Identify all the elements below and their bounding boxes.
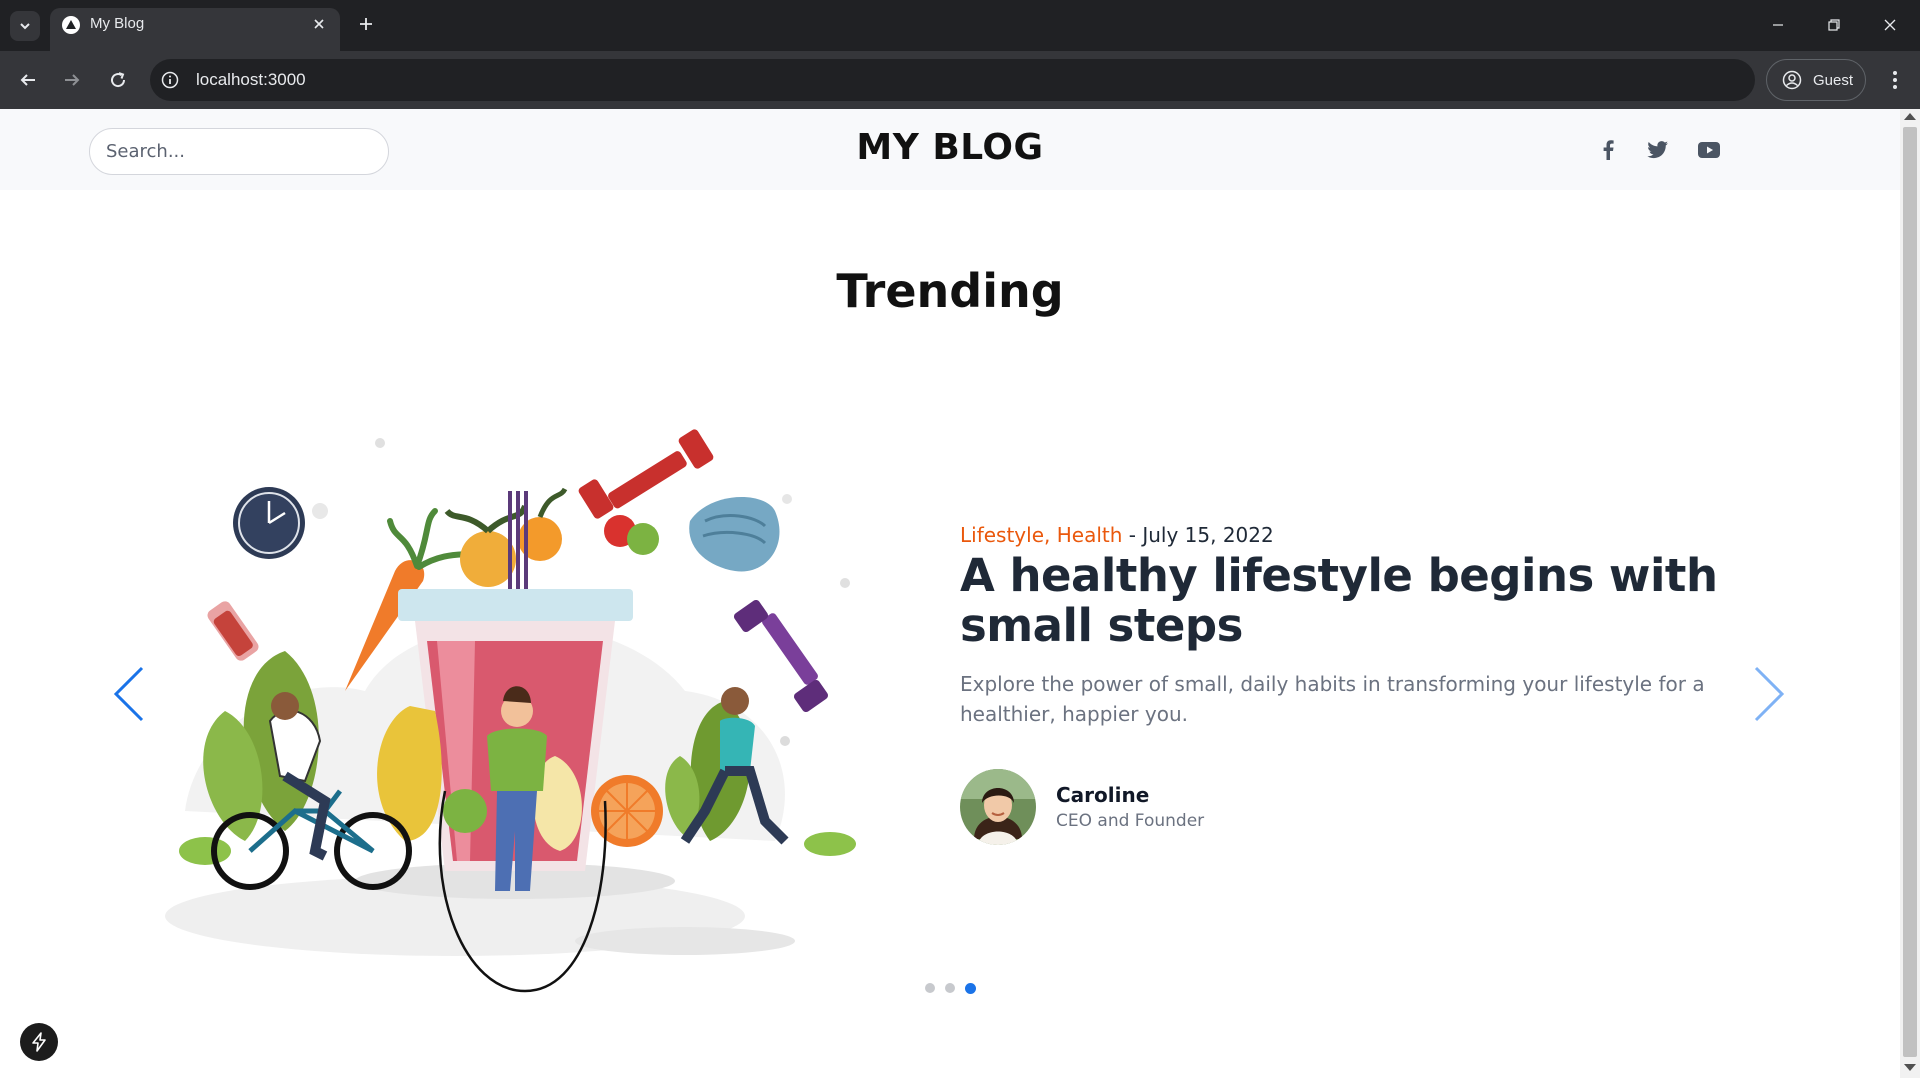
face-mask-icon <box>689 497 780 572</box>
back-arrow-icon[interactable] <box>12 64 44 96</box>
reload-icon[interactable] <box>102 64 134 96</box>
meta-separator: - <box>1122 523 1143 547</box>
post-date: July 15, 2022 <box>1142 523 1274 547</box>
post-headline[interactable]: A healthy lifestyle begins with small st… <box>960 551 1820 651</box>
prev-slide-arrow-icon[interactable] <box>107 659 151 729</box>
bottle-icon <box>207 601 259 661</box>
close-window-icon[interactable] <box>1870 8 1910 42</box>
chevron-down-icon <box>20 23 30 30</box>
nextjs-favicon-icon <box>62 16 80 34</box>
page-scrollbar[interactable] <box>1900 109 1920 1078</box>
author-avatar <box>960 769 1036 845</box>
scroll-down-arrow-icon[interactable] <box>1904 1064 1916 1071</box>
browser-tab[interactable]: My Blog <box>50 8 340 51</box>
page-viewport: MY BLOG Trending <box>0 109 1900 1078</box>
author-name: Caroline <box>1056 783 1150 807</box>
author-role: CEO and Founder <box>1056 811 1205 831</box>
straws-icon <box>508 491 528 591</box>
pagination-dot-1[interactable] <box>925 983 935 993</box>
browser-toolbar: localhost:3000 Guest <box>0 51 1920 109</box>
post-meta: Lifestyle, Health - July 15, 2022 <box>960 523 1820 547</box>
clock-icon <box>233 487 305 559</box>
author-block: Caroline CEO and Founder <box>960 769 1820 845</box>
profile-avatar-icon <box>1781 69 1803 91</box>
forward-arrow-icon[interactable] <box>56 64 88 96</box>
carousel-pagination <box>925 983 976 994</box>
site-info-icon[interactable] <box>160 70 180 90</box>
post-excerpt: Explore the power of small, daily habits… <box>960 672 1705 726</box>
close-tab-icon[interactable] <box>308 13 330 35</box>
url-text: localhost:3000 <box>196 70 306 89</box>
dumbbell-icon <box>578 429 714 519</box>
pagination-dot-3[interactable] <box>965 983 976 994</box>
oranges-icon <box>444 487 568 587</box>
pagination-dot-2[interactable] <box>945 983 955 993</box>
address-bar[interactable]: localhost:3000 <box>150 59 1755 101</box>
youtube-icon[interactable] <box>1694 135 1724 165</box>
section-title: Trending <box>836 264 1064 318</box>
profile-label: Guest <box>1813 71 1854 89</box>
apples-icon <box>604 515 659 555</box>
browser-tab-bar: My Blog <box>0 0 1920 51</box>
facebook-icon[interactable] <box>1593 135 1623 165</box>
post-categories[interactable]: Lifestyle, Health <box>960 523 1122 547</box>
slide-content: Lifestyle, Health - July 15, 2022 A heal… <box>960 523 1820 845</box>
orange-slice-icon <box>591 775 663 847</box>
twitter-icon[interactable] <box>1643 135 1673 165</box>
scroll-thumb[interactable] <box>1903 127 1917 1057</box>
new-tab-plus-icon[interactable] <box>353 10 379 38</box>
tab-title: My Blog <box>90 15 145 32</box>
minimize-icon[interactable] <box>1758 8 1798 42</box>
profile-button[interactable]: Guest <box>1766 59 1866 101</box>
tab-search-button[interactable] <box>10 11 40 41</box>
healthy-lifestyle-illustration <box>165 429 856 993</box>
scroll-up-arrow-icon[interactable] <box>1904 113 1916 120</box>
site-header: MY BLOG <box>0 109 1900 190</box>
restore-icon[interactable] <box>1814 8 1854 42</box>
author-info: Caroline CEO and Founder <box>1056 783 1204 831</box>
kebab-menu-icon[interactable] <box>1880 64 1910 96</box>
dev-tools-lightning-icon[interactable] <box>20 1023 58 1061</box>
